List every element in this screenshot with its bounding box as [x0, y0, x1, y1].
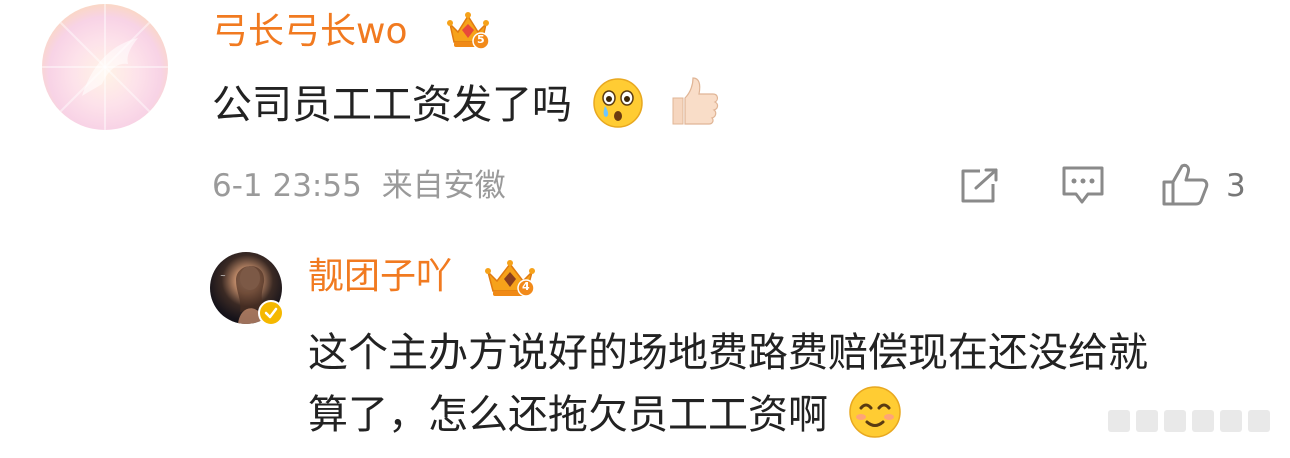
avatar[interactable] [42, 4, 168, 130]
badge-level: 4 [522, 280, 530, 293]
dolphin-avatar-art [42, 4, 168, 130]
reply-username[interactable]: 靓团子吖 [308, 252, 452, 302]
like-icon[interactable] [1160, 160, 1210, 208]
verified-badge-icon [258, 300, 284, 326]
share-icon[interactable] [958, 166, 1002, 206]
badge-level: 5 [477, 33, 485, 46]
smile-emoji-icon [847, 384, 903, 458]
comment-text-content: 公司员工工资发了吗 [212, 82, 572, 128]
comment-icon[interactable] [1060, 164, 1106, 208]
crown-badge-icon[interactable]: 5 [446, 8, 490, 52]
svg-text:~: ~ [220, 272, 226, 280]
thumbs-up-emoji-icon [665, 72, 723, 147]
timestamp: 6-1 23:55 [212, 168, 362, 204]
location: 来自安徽 [381, 168, 506, 204]
comment-text: 公司员工工资发了吗 [212, 72, 723, 132]
reply-text: 这个主办方说好的场地费路费赔偿现在还没给就 算了，怎么还拖欠员工工资啊 [308, 322, 1268, 458]
reply-text-line-1: 这个主办方说好的场地费路费赔偿现在还没给就 [308, 330, 1148, 376]
like-count: 3 [1226, 168, 1246, 204]
crown-badge-icon[interactable]: 4 [482, 256, 538, 300]
comment-meta: 6-1 23:55 来自安徽 [212, 164, 506, 208]
comment-username[interactable]: 弓长弓长wo [212, 8, 407, 56]
watermark [1108, 406, 1278, 436]
reply-text-line-2: 算了，怎么还拖欠员工工资啊 [308, 392, 828, 438]
astonished-tear-emoji-icon [591, 76, 645, 147]
